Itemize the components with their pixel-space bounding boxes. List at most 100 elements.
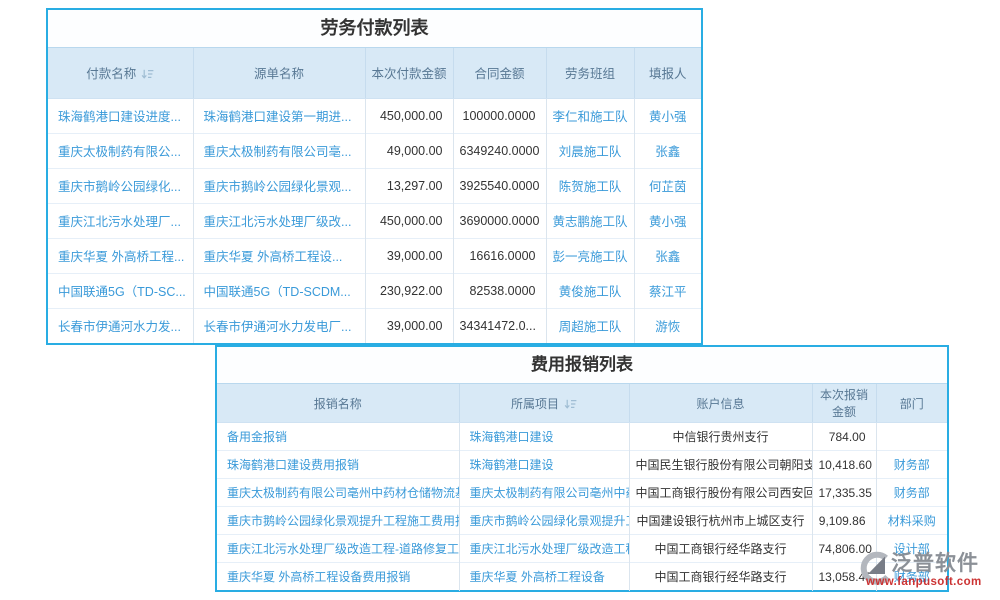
- column-header-reporter: 填报人: [634, 48, 701, 98]
- project-cell[interactable]: 重庆华夏 外高桥工程设备: [459, 563, 629, 591]
- department-cell[interactable]: 财务部: [876, 479, 947, 507]
- payment-amount-cell: 39,000.00: [365, 238, 453, 273]
- reimbursement-amount-cell: 10,418.60: [812, 451, 876, 479]
- labor-team-cell[interactable]: 彭一亮施工队: [546, 238, 634, 273]
- expense-reimbursement-table: 报销名称 所属项目 账户信息 本次报销金额 部门 备用金报销珠海鹤港口建设中信银…: [217, 384, 947, 591]
- table-row: 重庆江北污水处理厂级改造工程-道路修复工程费...重庆江北污水处理厂级改造工程.…: [217, 535, 947, 563]
- table-row: 珠海鹤港口建设进度...珠海鹤港口建设第一期进...450,000.001000…: [48, 98, 701, 133]
- reporter-cell[interactable]: 蔡江平: [634, 273, 701, 308]
- reimbursement-amount-cell: 9,109.86: [812, 507, 876, 535]
- watermark-url: www.fanpusoft.com: [866, 576, 982, 588]
- expense-table-body: 备用金报销珠海鹤港口建设中信银行贵州支行784.00珠海鹤港口建设费用报销珠海鹤…: [217, 423, 947, 591]
- payment-name-cell[interactable]: 珠海鹤港口建设进度...: [48, 98, 193, 133]
- contract-amount-cell: 3925540.0000: [453, 168, 546, 203]
- expense-reimbursement-table-card: 费用报销列表 报销名称 所属项目 账户信息 本次报销金额 部门 备用金报销珠海鹤…: [215, 345, 949, 592]
- table-row: 重庆江北污水处理厂...重庆江北污水处理厂级改...450,000.003690…: [48, 203, 701, 238]
- payment-name-cell[interactable]: 重庆市鹅岭公园绿化...: [48, 168, 193, 203]
- labor-table-title: 劳务付款列表: [48, 10, 701, 48]
- labor-team-cell[interactable]: 陈贺施工队: [546, 168, 634, 203]
- payment-name-cell[interactable]: 重庆太极制药有限公...: [48, 133, 193, 168]
- project-cell[interactable]: 重庆江北污水处理厂级改造工程...: [459, 535, 629, 563]
- contract-amount-cell: 34341472.0...: [453, 308, 546, 343]
- project-cell[interactable]: 重庆太极制药有限公司亳州中药...: [459, 479, 629, 507]
- reporter-cell[interactable]: 何芷茵: [634, 168, 701, 203]
- reporter-cell[interactable]: 张鑫: [634, 133, 701, 168]
- labor-payment-table: 付款名称 源单名称 本次付款金额 合同金额 劳务班组 填报人 珠海鹤港口建设进度…: [48, 48, 701, 343]
- table-row: 长春市伊通河水力发...长春市伊通河水力发电厂...39,000.0034341…: [48, 308, 701, 343]
- column-header-account-info: 账户信息: [629, 384, 812, 423]
- department-cell[interactable]: 材料采购: [876, 507, 947, 535]
- column-header-label: 所属项目: [511, 397, 559, 411]
- table-row: 中国联通5G（TD-SC...中国联通5G（TD-SCDM...230,922.…: [48, 273, 701, 308]
- reimbursement-name-cell[interactable]: 珠海鹤港口建设费用报销: [217, 451, 459, 479]
- reimbursement-amount-cell: 17,335.35: [812, 479, 876, 507]
- source-name-cell[interactable]: 重庆市鹅岭公园绿化景观...: [193, 168, 365, 203]
- account-info-cell: 中信银行贵州支行: [629, 423, 812, 451]
- column-header-payment-name[interactable]: 付款名称: [48, 48, 193, 98]
- sort-icon: [141, 69, 154, 80]
- table-row: 重庆太极制药有限公司亳州中药材仓储物流基地...重庆太极制药有限公司亳州中药..…: [217, 479, 947, 507]
- reimbursement-name-cell[interactable]: 重庆江北污水处理厂级改造工程-道路修复工程费...: [217, 535, 459, 563]
- column-header-label: 付款名称: [86, 67, 136, 81]
- table-row: 备用金报销珠海鹤港口建设中信银行贵州支行784.00: [217, 423, 947, 451]
- table-row: 重庆市鹅岭公园绿化...重庆市鹅岭公园绿化景观...13,297.0039255…: [48, 168, 701, 203]
- payment-amount-cell: 450,000.00: [365, 203, 453, 238]
- payment-name-cell[interactable]: 长春市伊通河水力发...: [48, 308, 193, 343]
- labor-payment-table-card: 劳务付款列表 付款名称 源单名称 本次付款金额 合同金额 劳务班组 填报人 珠海…: [46, 8, 703, 345]
- account-info-cell: 中国工商银行经华路支行: [629, 535, 812, 563]
- reporter-cell[interactable]: 游恢: [634, 308, 701, 343]
- reimbursement-name-cell[interactable]: 重庆市鹅岭公园绿化景观提升工程施工费用报销: [217, 507, 459, 535]
- expense-table-title: 费用报销列表: [217, 347, 947, 384]
- payment-amount-cell: 230,922.00: [365, 273, 453, 308]
- account-info-cell: 中国建设银行杭州市上城区支行: [629, 507, 812, 535]
- payment-amount-cell: 13,297.00: [365, 168, 453, 203]
- contract-amount-cell: 6349240.0000: [453, 133, 546, 168]
- account-info-cell: 中国工商银行股份有限公司西安回...: [629, 479, 812, 507]
- labor-team-cell[interactable]: 刘晨施工队: [546, 133, 634, 168]
- column-header-project[interactable]: 所属项目: [459, 384, 629, 423]
- watermark-brand-text: 泛普软件: [891, 547, 979, 577]
- column-header-contract-amount: 合同金额: [453, 48, 546, 98]
- payment-name-cell[interactable]: 重庆华夏 外高桥工程...: [48, 238, 193, 273]
- contract-amount-cell: 100000.0000: [453, 98, 546, 133]
- reimbursement-name-cell[interactable]: 备用金报销: [217, 423, 459, 451]
- source-name-cell[interactable]: 重庆华夏 外高桥工程设...: [193, 238, 365, 273]
- payment-amount-cell: 450,000.00: [365, 98, 453, 133]
- account-info-cell: 中国工商银行经华路支行: [629, 563, 812, 591]
- source-name-cell[interactable]: 中国联通5G（TD-SCDM...: [193, 273, 365, 308]
- source-name-cell[interactable]: 长春市伊通河水力发电厂...: [193, 308, 365, 343]
- source-name-cell[interactable]: 重庆太极制药有限公司亳...: [193, 133, 365, 168]
- table-row: 重庆市鹅岭公园绿化景观提升工程施工费用报销重庆市鹅岭公园绿化景观提升工...中国…: [217, 507, 947, 535]
- column-header-source-name: 源单名称: [193, 48, 365, 98]
- labor-team-cell[interactable]: 李仁和施工队: [546, 98, 634, 133]
- department-cell[interactable]: 财务部: [876, 451, 947, 479]
- project-cell[interactable]: 珠海鹤港口建设: [459, 451, 629, 479]
- expense-header-row: 报销名称 所属项目 账户信息 本次报销金额 部门: [217, 384, 947, 423]
- labor-header-row: 付款名称 源单名称 本次付款金额 合同金额 劳务班组 填报人: [48, 48, 701, 98]
- table-row: 珠海鹤港口建设费用报销珠海鹤港口建设中国民生银行股份有限公司朝阳支行10,418…: [217, 451, 947, 479]
- source-name-cell[interactable]: 重庆江北污水处理厂级改...: [193, 203, 365, 238]
- payment-name-cell[interactable]: 中国联通5G（TD-SC...: [48, 273, 193, 308]
- payment-name-cell[interactable]: 重庆江北污水处理厂...: [48, 203, 193, 238]
- payment-amount-cell: 49,000.00: [365, 133, 453, 168]
- labor-table-body: 珠海鹤港口建设进度...珠海鹤港口建设第一期进...450,000.001000…: [48, 98, 701, 343]
- contract-amount-cell: 3690000.0000: [453, 203, 546, 238]
- labor-team-cell[interactable]: 黄志鹏施工队: [546, 203, 634, 238]
- reporter-cell[interactable]: 黄小强: [634, 203, 701, 238]
- reimbursement-name-cell[interactable]: 重庆华夏 外高桥工程设备费用报销: [217, 563, 459, 591]
- labor-team-cell[interactable]: 周超施工队: [546, 308, 634, 343]
- table-row: 重庆华夏 外高桥工程...重庆华夏 外高桥工程设...39,000.001661…: [48, 238, 701, 273]
- reimbursement-name-cell[interactable]: 重庆太极制药有限公司亳州中药材仓储物流基地...: [217, 479, 459, 507]
- payment-amount-cell: 39,000.00: [365, 308, 453, 343]
- department-cell[interactable]: [876, 423, 947, 451]
- labor-team-cell[interactable]: 黄俊施工队: [546, 273, 634, 308]
- project-cell[interactable]: 重庆市鹅岭公园绿化景观提升工...: [459, 507, 629, 535]
- contract-amount-cell: 16616.0000: [453, 238, 546, 273]
- column-header-reimbursement-name: 报销名称: [217, 384, 459, 423]
- source-name-cell[interactable]: 珠海鹤港口建设第一期进...: [193, 98, 365, 133]
- reporter-cell[interactable]: 黄小强: [634, 98, 701, 133]
- project-cell[interactable]: 珠海鹤港口建设: [459, 423, 629, 451]
- column-header-reimbursement-amount: 本次报销金额: [812, 384, 876, 423]
- fanpu-watermark: 泛普软件 www.fanpusoft.com: [858, 543, 1000, 599]
- reporter-cell[interactable]: 张鑫: [634, 238, 701, 273]
